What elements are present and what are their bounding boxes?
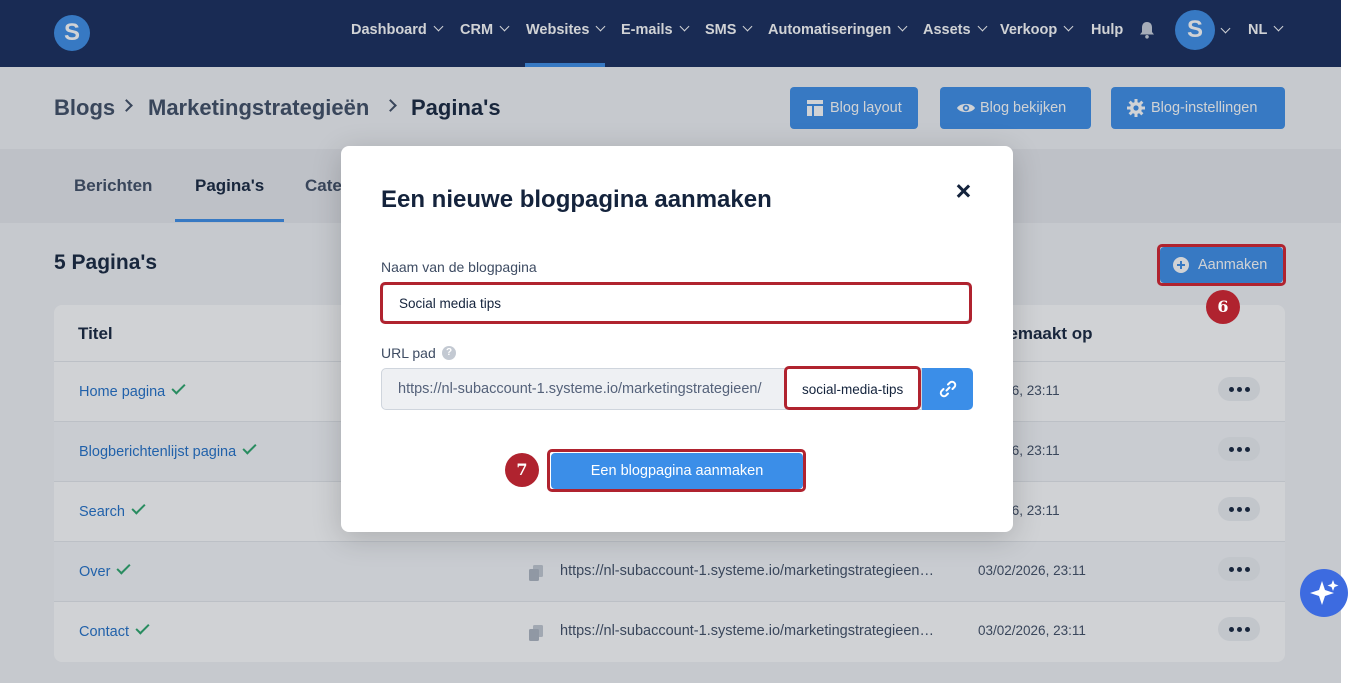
- step-badge: 7: [505, 453, 539, 487]
- copy-link-button[interactable]: [922, 368, 973, 410]
- modal-title: Een nieuwe blogpagina aanmaken: [381, 186, 772, 213]
- link-icon: [939, 380, 957, 398]
- highlight-url-slug: [784, 366, 921, 410]
- url-prefix: https://nl-subaccount-1.systeme.io/marke…: [381, 368, 786, 410]
- ai-assistant-button[interactable]: [1300, 569, 1348, 617]
- sparkle-icon: [1310, 580, 1339, 605]
- highlight-submit-button: [547, 449, 806, 492]
- close-icon[interactable]: [956, 184, 970, 198]
- url-path-label: URL pad: [381, 345, 436, 361]
- highlight-create-button: [1157, 244, 1286, 286]
- step-badge: 6: [1206, 290, 1240, 324]
- help-icon[interactable]: ?: [442, 346, 456, 360]
- page-name-label: Naam van de blogpagina: [381, 259, 537, 275]
- highlight-name-input: [380, 282, 972, 324]
- create-page-modal: Een nieuwe blogpagina aanmaken Naam van …: [341, 146, 1013, 532]
